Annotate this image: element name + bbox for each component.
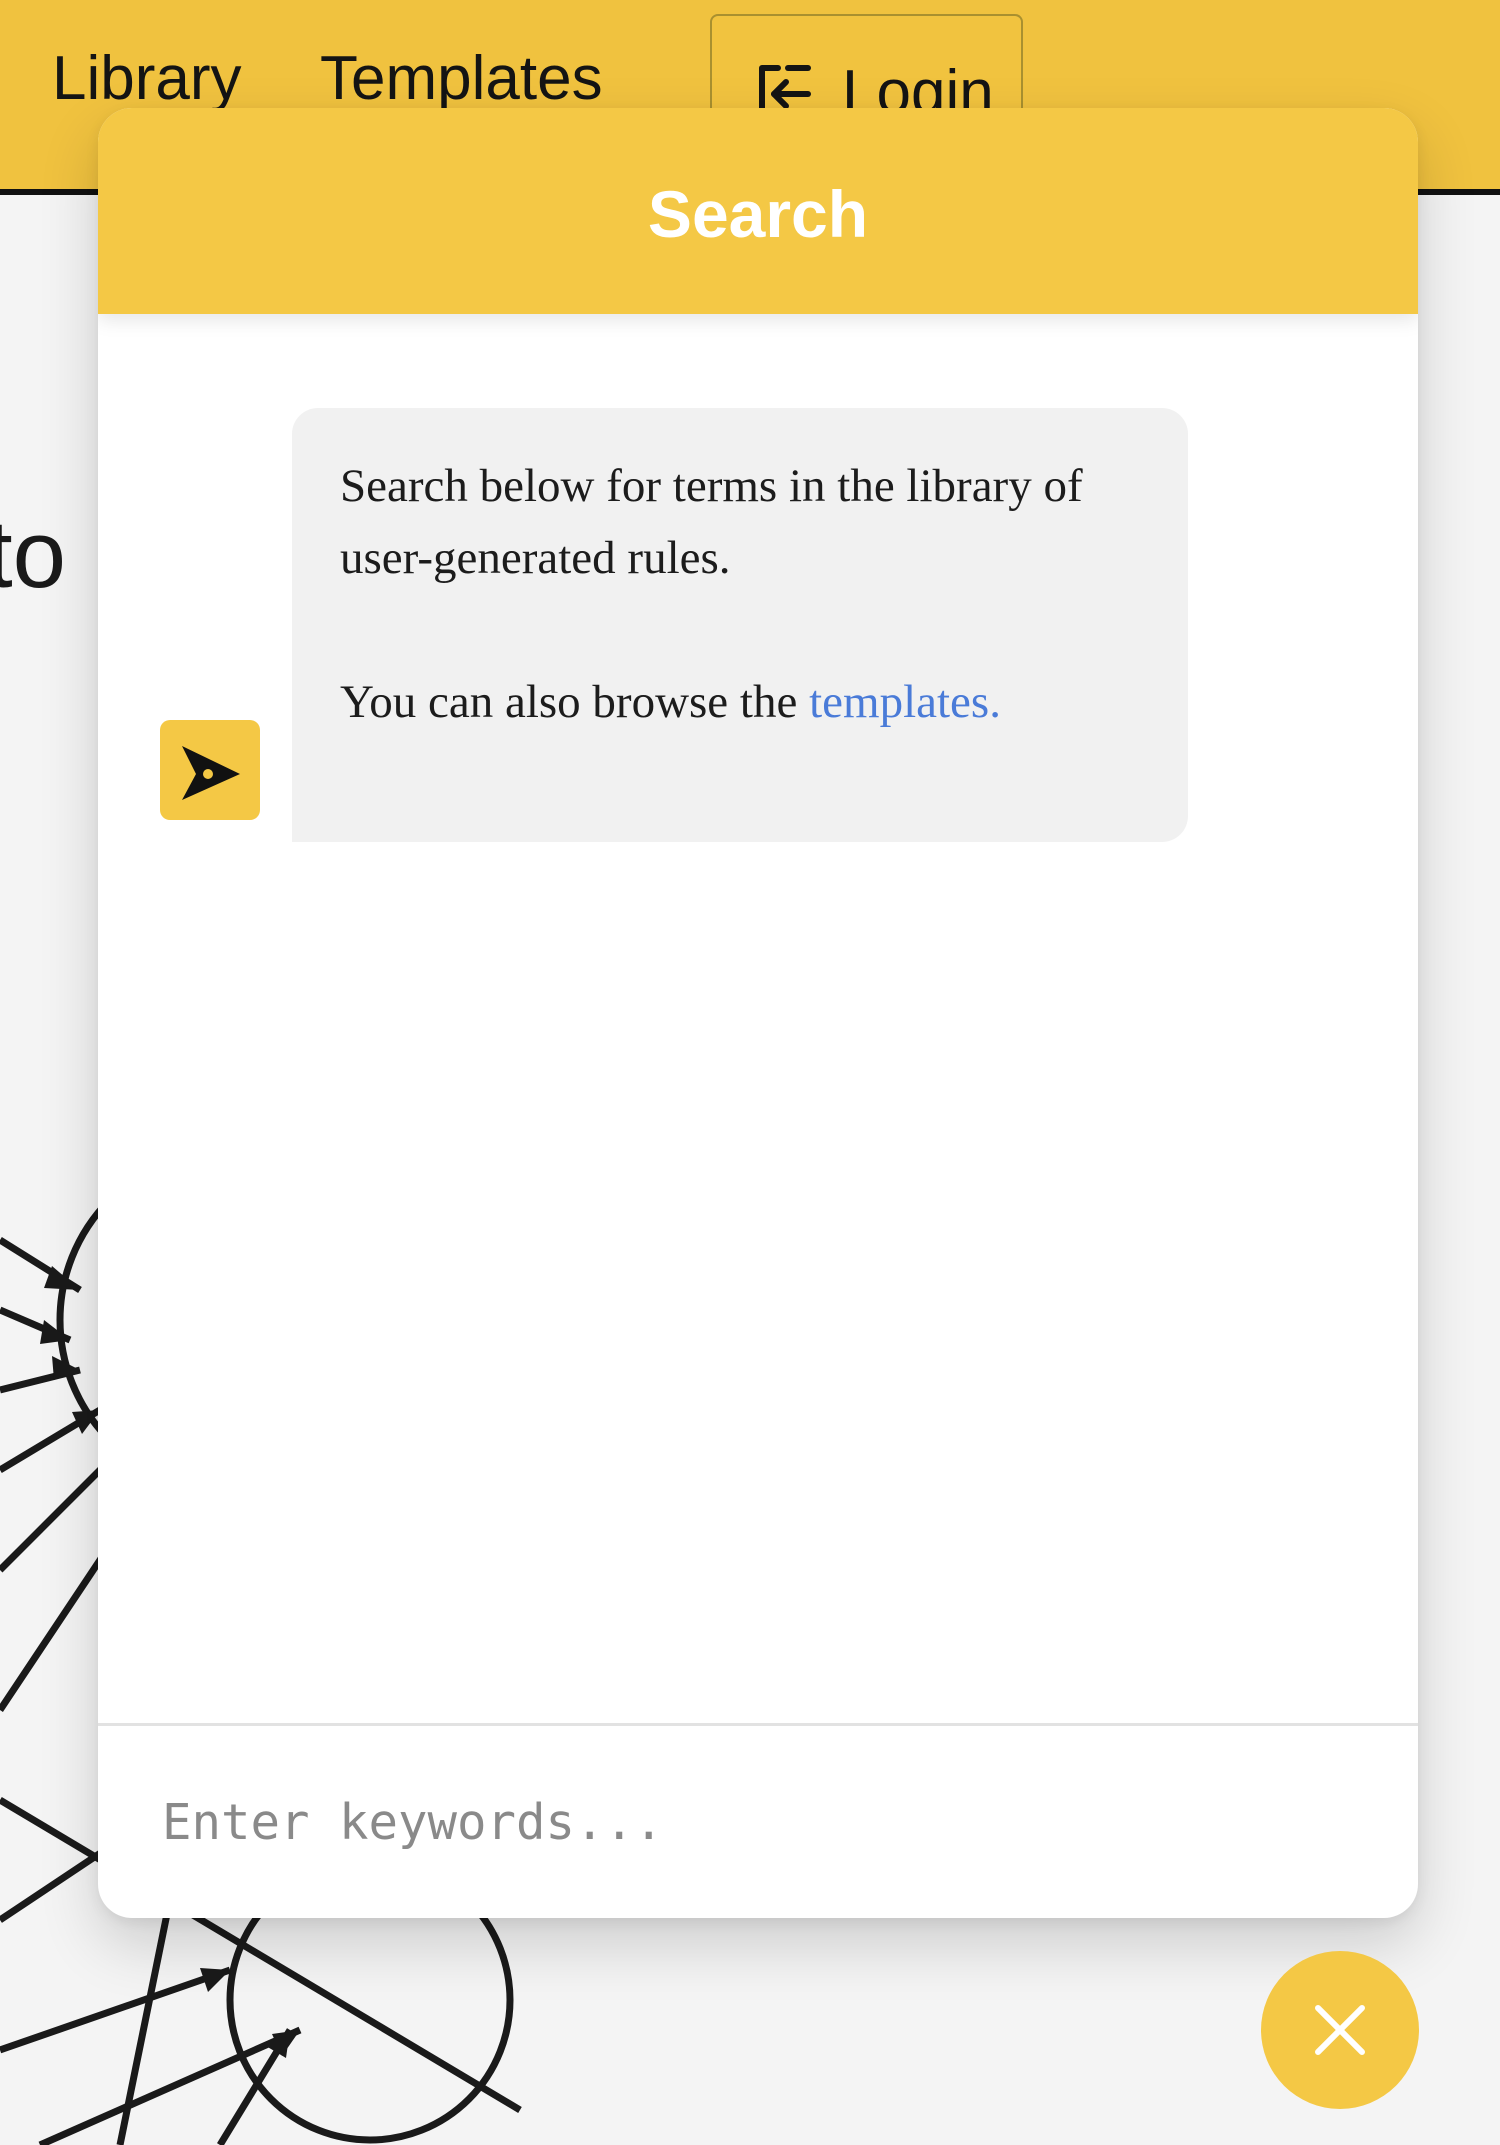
search-panel-title: Search (647, 177, 869, 251)
search-panel-header: Search (98, 108, 1418, 314)
search-panel: Search Search below for terms in the lib… (98, 108, 1418, 1918)
keywords-search-input[interactable] (98, 1726, 1418, 1918)
message-browse-prefix: You can also browse the (340, 676, 810, 728)
bot-avatar (160, 720, 260, 820)
background-heading-fragment: to (0, 501, 67, 608)
close-icon (1315, 2005, 1365, 2055)
bot-message-bubble: Search below for terms in the library of… (292, 408, 1188, 842)
close-search-button[interactable] (1261, 1951, 1419, 2109)
arrow-pointer-icon (182, 746, 240, 800)
message-intro-text: Search below for terms in the library of… (340, 460, 1083, 584)
message-browse-text: You can also browse the templates. (340, 666, 1140, 738)
templates-link[interactable]: templates. (809, 676, 1001, 728)
